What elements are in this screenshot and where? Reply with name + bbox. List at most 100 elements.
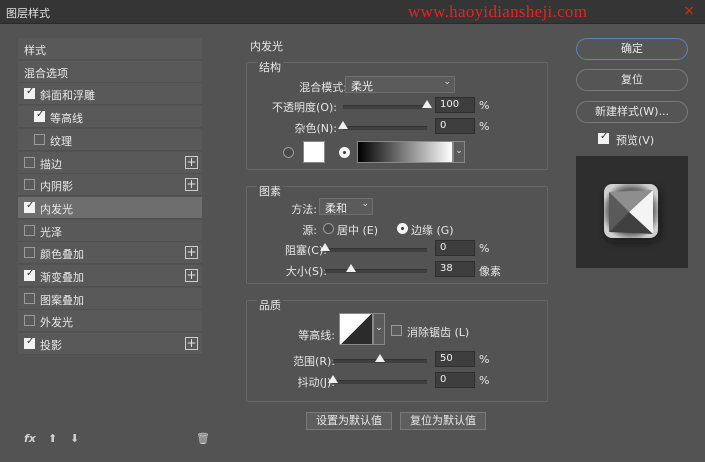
style-list-item[interactable]: 混合选项: [18, 60, 202, 83]
elements-group: 图素 方法: 柔和 ⌄ 源: 居中 (E) 边缘 (G) 阻塞(C): 0 % …: [246, 183, 548, 284]
style-list-item[interactable]: 颜色叠加 +: [18, 242, 202, 265]
move-down-icon[interactable]: ⬇: [70, 432, 79, 445]
noise-slider[interactable]: [338, 121, 427, 130]
method-dropdown[interactable]: 柔和 ⌄: [319, 198, 373, 215]
opacity-slider-thumb[interactable]: [422, 100, 432, 108]
size-slider-thumb[interactable]: [345, 264, 356, 272]
preview-thumbnail: [604, 184, 660, 242]
opacity-unit: %: [479, 99, 490, 112]
source-edge-radio[interactable]: [397, 223, 408, 234]
style-list-item[interactable]: 内发光: [18, 196, 202, 219]
jitter-input[interactable]: 0: [435, 372, 475, 388]
choke-label: 阻塞(C):: [285, 244, 327, 257]
style-list-label: 样式: [24, 44, 46, 57]
preview-checkbox[interactable]: [598, 131, 609, 144]
style-list-label: 投影: [40, 339, 62, 353]
style-checkbox[interactable]: [24, 179, 35, 191]
structure-group: 结构 混合模式: 柔光 ⌄ 不透明度(O): 100 % 杂色(N): 0 % …: [246, 59, 548, 170]
style-checkbox[interactable]: [24, 200, 35, 213]
add-effect-icon[interactable]: +: [185, 178, 198, 192]
style-checkbox[interactable]: [24, 268, 35, 281]
fx-icon[interactable]: fx: [24, 432, 36, 445]
choke-slider-thumb[interactable]: [320, 243, 330, 251]
size-slider[interactable]: [325, 264, 427, 273]
style-list-label: 等高线: [50, 112, 83, 126]
trash-icon[interactable]: 🗑: [196, 432, 210, 445]
antialias-checkbox[interactable]: [391, 325, 402, 336]
style-list-item[interactable]: 描边 +: [18, 151, 202, 174]
style-checkbox[interactable]: [34, 109, 45, 123]
style-list-item[interactable]: 等高线: [18, 106, 202, 129]
style-list-label: 内阴影: [40, 180, 73, 194]
elements-title: 图素: [257, 183, 283, 199]
choke-input[interactable]: 0: [435, 240, 475, 256]
style-list-item[interactable]: 渐变叠加 +: [18, 265, 202, 287]
style-checkbox[interactable]: [24, 292, 35, 304]
gradient-picker-chevron-icon[interactable]: ⌄: [453, 141, 465, 163]
solid-color-radio[interactable]: [283, 147, 294, 158]
add-effect-icon[interactable]: +: [185, 155, 198, 169]
style-list-item[interactable]: 投影 +: [18, 333, 202, 356]
style-checkbox[interactable]: [24, 336, 35, 350]
opacity-input[interactable]: 100: [435, 97, 475, 113]
style-list-label: 斜面和浮雕: [40, 89, 95, 103]
style-list-item[interactable]: 光泽: [18, 219, 202, 242]
style-checkbox[interactable]: [24, 247, 35, 259]
style-checkbox[interactable]: [24, 156, 35, 168]
jitter-slider[interactable]: [328, 375, 427, 384]
gradient-swatch[interactable]: [357, 141, 453, 163]
blend-mode-value: 柔光: [351, 80, 373, 93]
style-list-footer: fx ⬆ ⬇ 🗑: [18, 430, 218, 450]
add-effect-icon[interactable]: +: [185, 269, 198, 282]
style-list-item[interactable]: 外发光: [18, 310, 202, 333]
opacity-label: 不透明度(O):: [272, 101, 337, 114]
section-title: 内发光: [250, 40, 283, 53]
reset-button[interactable]: 复位: [576, 69, 688, 91]
style-checkbox[interactable]: [34, 133, 45, 145]
noise-label: 杂色(N):: [294, 122, 337, 135]
opacity-slider[interactable]: [343, 100, 432, 109]
jitter-label: 抖动(J):: [297, 376, 335, 389]
add-effect-icon[interactable]: +: [185, 337, 198, 351]
ok-button[interactable]: 确定: [576, 38, 688, 60]
jitter-slider-thumb[interactable]: [328, 375, 338, 383]
style-list-item[interactable]: 内阴影 +: [18, 174, 202, 197]
reset-default-button[interactable]: 复位为默认值: [400, 412, 486, 430]
choke-slider[interactable]: [320, 243, 427, 252]
size-label: 大小(S):: [285, 265, 327, 278]
add-effect-icon[interactable]: +: [185, 246, 198, 260]
style-checkbox[interactable]: [24, 86, 35, 100]
range-input[interactable]: 50: [435, 351, 475, 367]
range-slider[interactable]: [333, 354, 427, 363]
style-list-item[interactable]: 图案叠加: [18, 287, 202, 310]
watermark-text: www.haoyidiansheji.com: [408, 2, 588, 21]
style-list-item[interactable]: 纹理: [18, 128, 202, 151]
style-list-label: 外发光: [40, 316, 73, 330]
size-unit: 像素: [479, 265, 501, 278]
contour-preview[interactable]: [339, 313, 373, 345]
move-up-icon[interactable]: ⬆: [48, 432, 57, 445]
range-slider-thumb[interactable]: [375, 354, 385, 362]
gradient-radio[interactable]: [339, 147, 350, 158]
style-list-item[interactable]: 斜面和浮雕: [18, 83, 202, 106]
style-list-label: 图案叠加: [40, 293, 84, 307]
blend-mode-label: 混合模式:: [299, 81, 347, 94]
style-preview: [576, 156, 688, 268]
contour-chevron-icon[interactable]: ⌄: [373, 313, 385, 345]
method-value: 柔和: [325, 202, 347, 215]
source-center-radio[interactable]: [323, 223, 334, 234]
style-list-label: 内发光: [40, 202, 73, 216]
noise-input[interactable]: 0: [435, 118, 475, 134]
close-icon[interactable]: ×: [683, 3, 695, 19]
range-label: 范围(R):: [293, 355, 335, 368]
size-input[interactable]: 38: [435, 261, 475, 277]
style-checkbox[interactable]: [24, 224, 35, 236]
set-default-button[interactable]: 设置为默认值: [306, 412, 392, 430]
style-list-item[interactable]: 样式: [18, 38, 202, 60]
noise-slider-thumb[interactable]: [338, 121, 348, 129]
blend-mode-dropdown[interactable]: 柔光 ⌄: [345, 76, 455, 93]
style-list-label: 描边: [40, 157, 62, 171]
glow-color-swatch[interactable]: [303, 141, 325, 163]
new-style-button[interactable]: 新建样式(W)...: [576, 101, 688, 123]
style-checkbox[interactable]: [24, 315, 35, 327]
